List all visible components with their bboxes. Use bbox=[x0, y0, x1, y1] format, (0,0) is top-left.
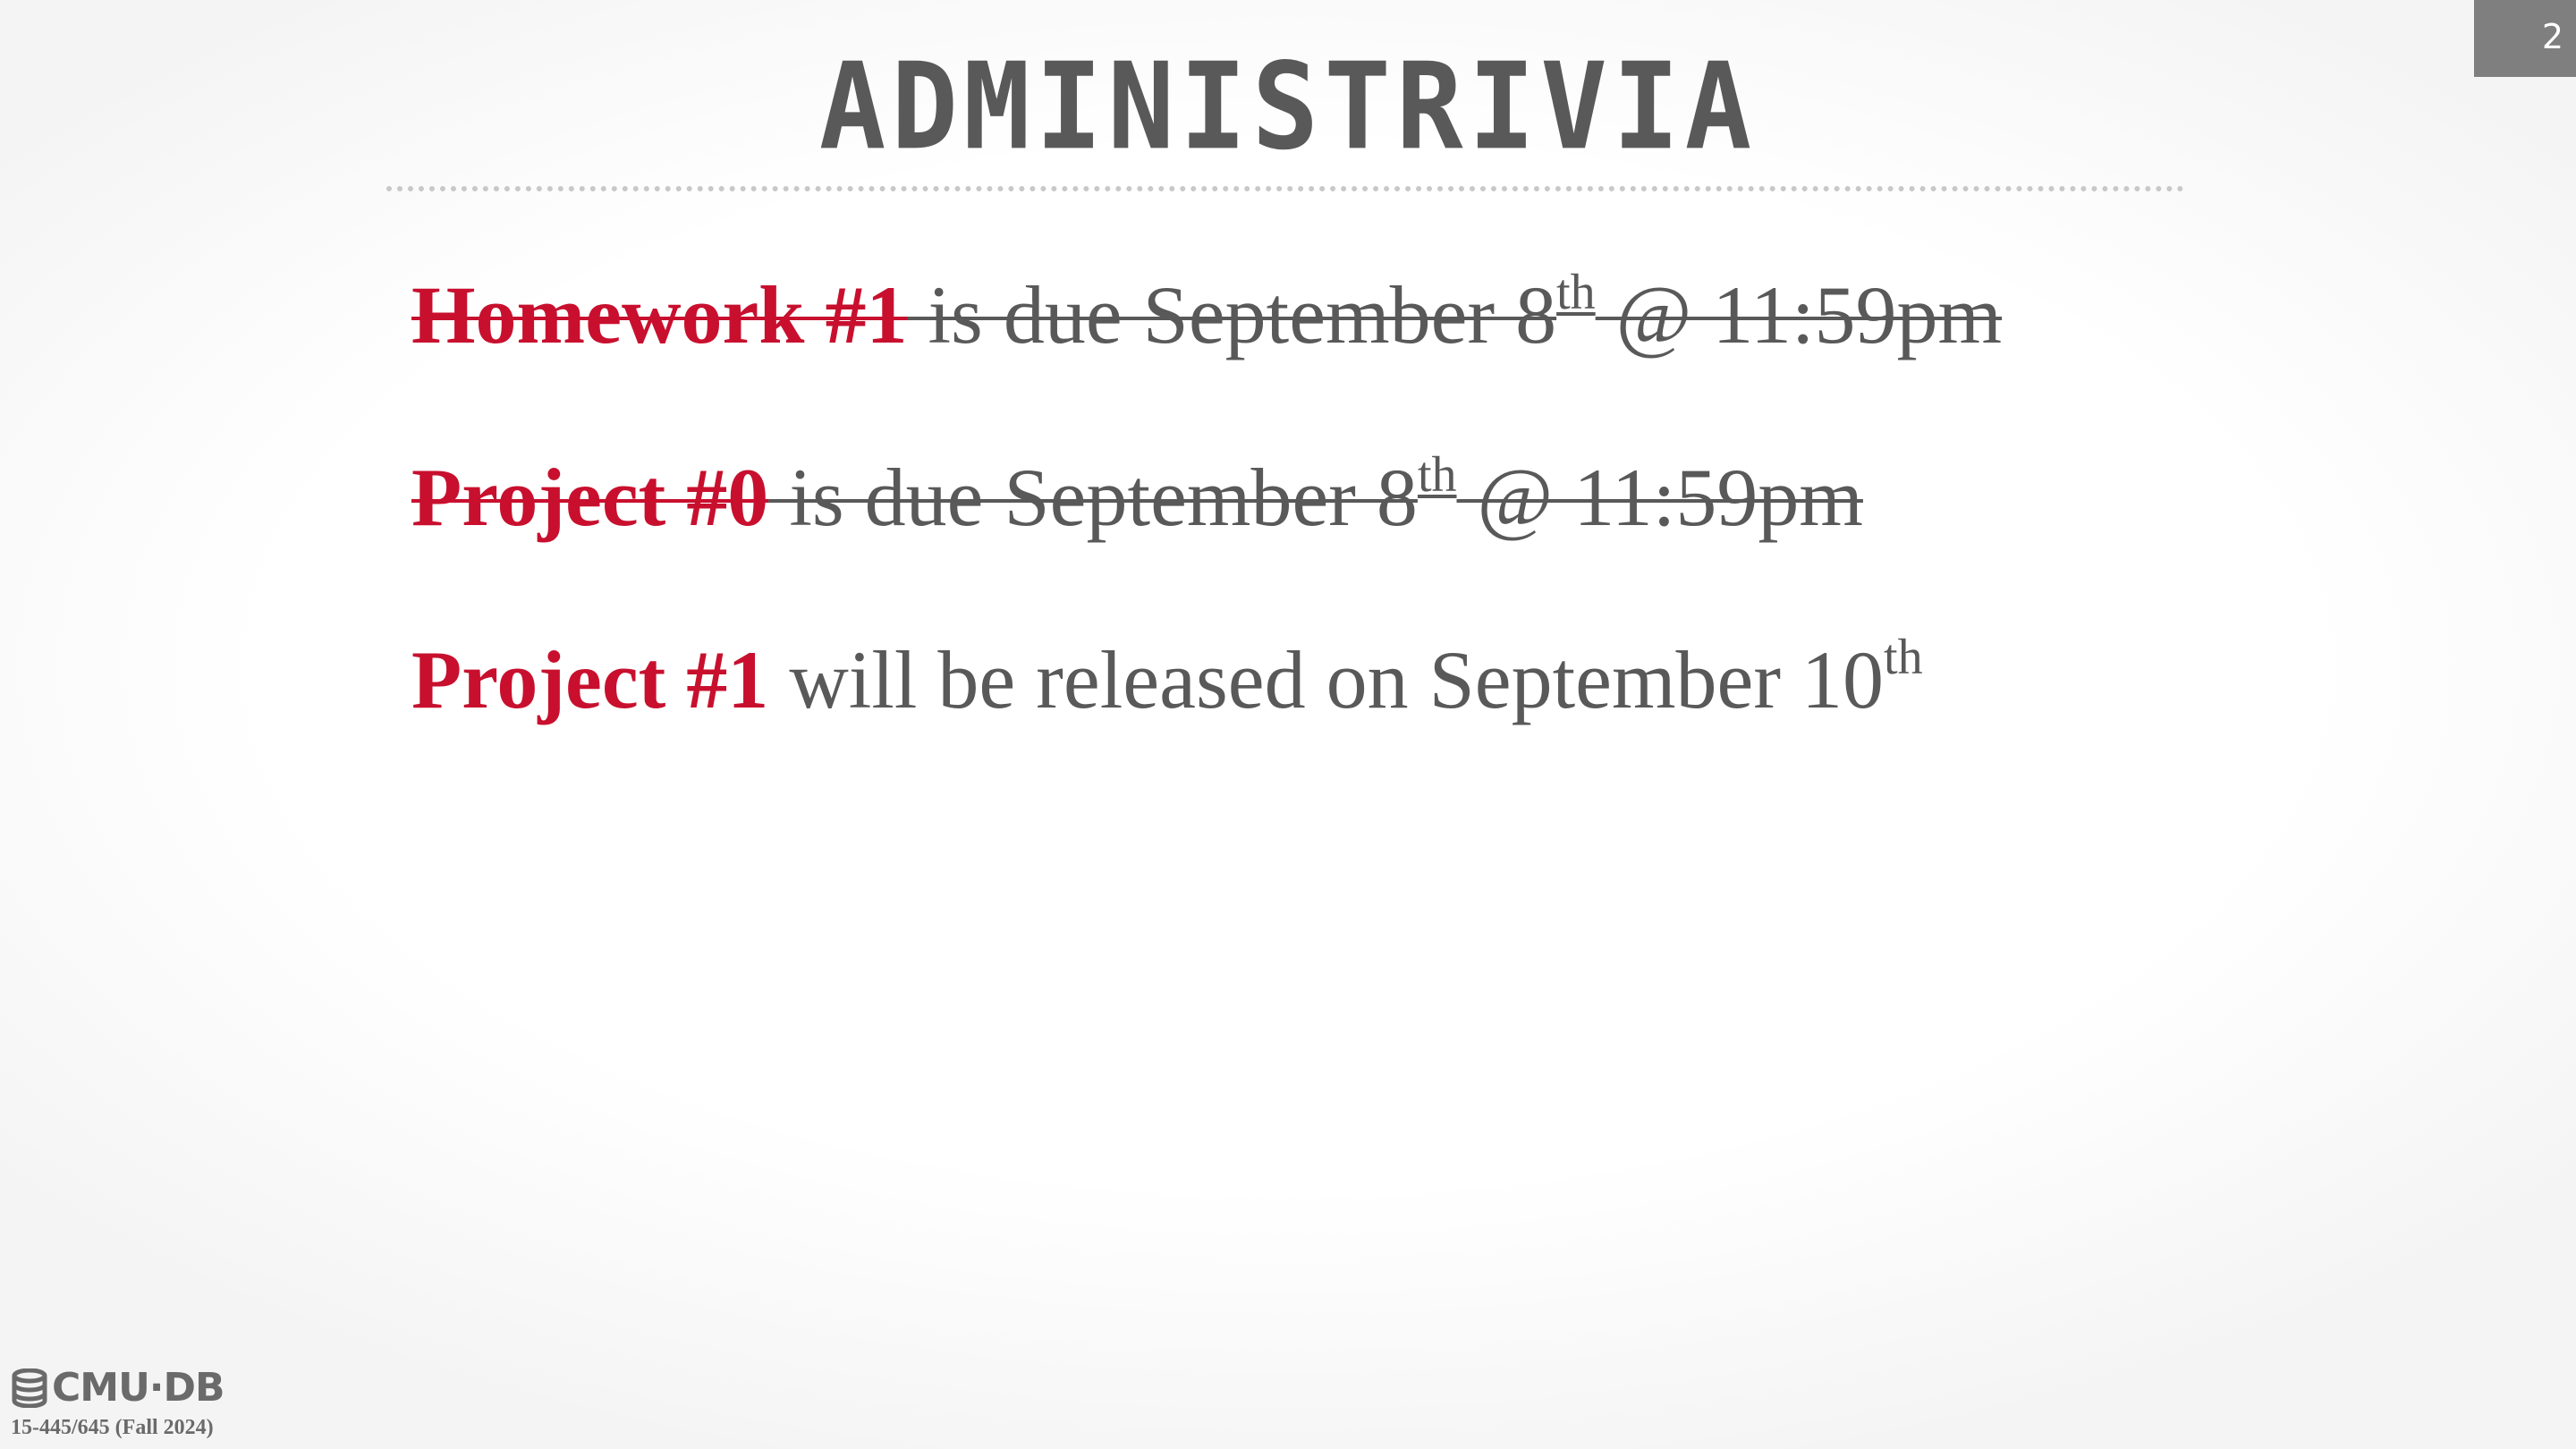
bullet-text: is due September 8 bbox=[907, 269, 1557, 360]
database-icon bbox=[12, 1368, 47, 1408]
bullet-homework-1: Homework #1 is due September 8th @ 11:59… bbox=[411, 267, 2200, 356]
title-divider bbox=[386, 186, 2184, 191]
bullet-text: will be released on September 10 bbox=[768, 634, 1885, 725]
bullet-list: Homework #1 is due September 8th @ 11:59… bbox=[411, 267, 2200, 821]
bullet-text: is due September 8 bbox=[768, 452, 1418, 543]
bullet-keyword: Project #1 bbox=[411, 634, 769, 725]
logo-text: CMU·DB bbox=[52, 1365, 225, 1411]
course-label: 15-445/645 (Fall 2024) bbox=[11, 1416, 214, 1439]
ordinal-suffix: th bbox=[1417, 447, 1457, 503]
ordinal-suffix: th bbox=[1556, 265, 1596, 320]
cmu-db-logo: CMU·DB bbox=[11, 1367, 225, 1410]
bullet-keyword: Project #0 bbox=[411, 452, 769, 543]
bullet-text-tail: @ 11:59pm bbox=[1456, 452, 1863, 543]
ordinal-suffix: th bbox=[1884, 630, 1923, 685]
bullet-project-1: Project #1 will be released on September… bbox=[411, 632, 2200, 721]
bullet-project-0: Project #0 is due September 8th @ 11:59p… bbox=[411, 450, 2200, 538]
bullet-text-tail: @ 11:59pm bbox=[1595, 269, 2003, 360]
bullet-keyword: Homework #1 bbox=[411, 269, 908, 360]
slide-title: ADMINISTRIVIA bbox=[818, 38, 1758, 177]
